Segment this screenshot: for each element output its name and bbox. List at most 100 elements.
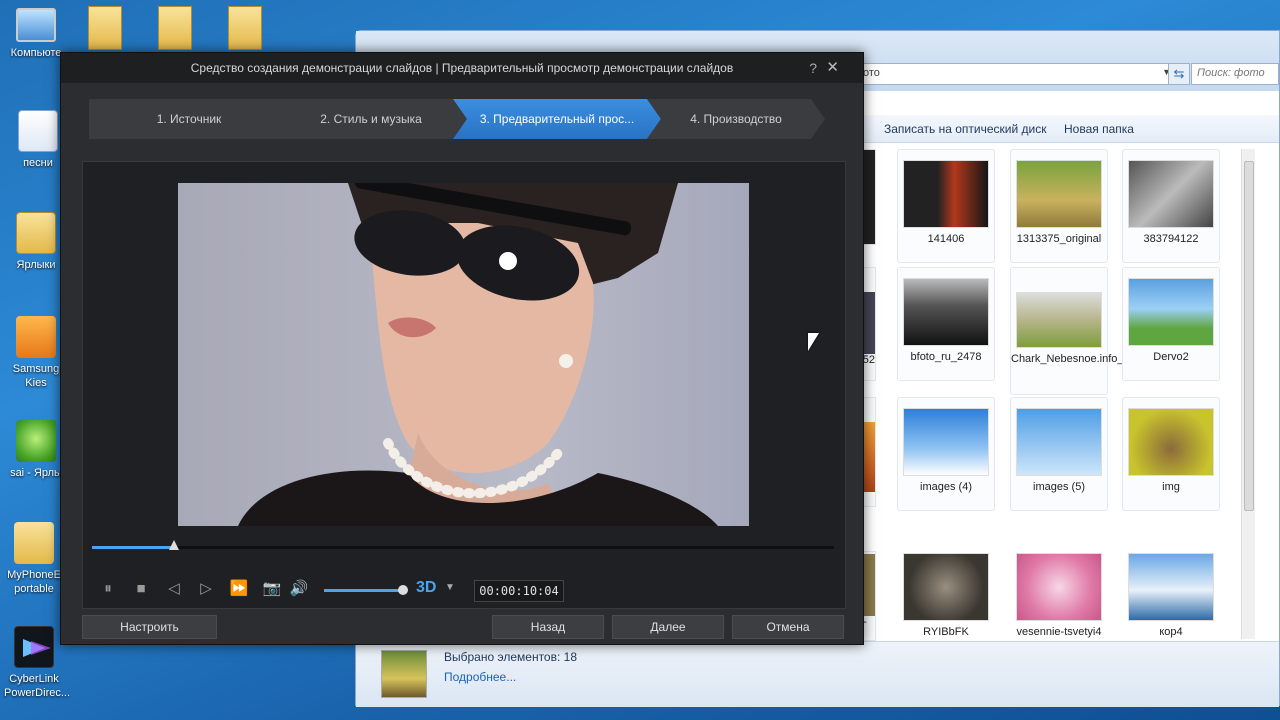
details-pane: Выбрано элементов: 18 Подробнее...: [356, 641, 1279, 707]
desktop-icon-myphone[interactable]: MyPhoneE portable: [4, 522, 64, 596]
volume-icon[interactable]: 🔊: [289, 580, 309, 598]
desktop-icon-label: Компьюте: [10, 47, 62, 59]
folder-icon[interactable]: [158, 6, 192, 50]
file-tile[interactable]: vesennie-tsvetyi4: [1010, 543, 1108, 639]
tile-label: 383794122: [1143, 233, 1199, 245]
volume-handle[interactable]: [398, 585, 409, 595]
back-button[interactable]: Назад: [492, 615, 604, 639]
file-tile[interactable]: Dervo2: [1122, 267, 1220, 381]
myphone-explorer-icon: [14, 522, 54, 564]
sai-icon: [16, 420, 56, 462]
preview-image: [178, 183, 749, 526]
folder-icon[interactable]: [88, 6, 122, 50]
file-tile[interactable]: 1313375_original: [1010, 149, 1108, 263]
file-tile[interactable]: Chark_Nebesnoe.info_32: [1010, 267, 1136, 395]
thumbnail-image: [1016, 553, 1102, 621]
volume-level: [324, 589, 405, 592]
chevron-down-icon[interactable]: ▼: [445, 582, 455, 593]
file-tile[interactable]: img: [1122, 397, 1220, 511]
file-tile[interactable]: кор4: [1122, 543, 1220, 639]
thumbnail-image: [903, 408, 989, 476]
wizard-steps: 1. Источник 2. Стиль и музыка 3. Предвар…: [89, 99, 825, 139]
file-tile[interactable]: images (5): [1010, 397, 1108, 511]
timecode-display: 00:00:10:04: [474, 580, 564, 602]
file-tile[interactable]: 383794122: [1122, 149, 1220, 263]
desktop-icon-sai[interactable]: sai - Ярлы: [6, 420, 66, 480]
desktop-icon-label: CyberLink PowerDirec...: [4, 673, 71, 699]
tile-label: Dervo2: [1153, 351, 1189, 363]
desktop-icon-label: песни: [23, 157, 53, 169]
word-document-icon: [18, 110, 58, 152]
desktop-icon-label: MyPhoneE portable: [7, 569, 61, 595]
desktop-icon-computer[interactable]: Компьюте: [6, 8, 66, 60]
tile-label: bfoto_ru_2478: [910, 351, 982, 363]
mouse-cursor: [808, 333, 819, 351]
camera-icon[interactable]: 📷: [262, 580, 282, 598]
selected-count: Выбрано элементов: 18: [444, 650, 577, 664]
desktop-icon-shortcuts[interactable]: Ярлыки: [6, 212, 66, 272]
dialog-title-bar: Средство создания демонстрации слайдов |…: [61, 53, 863, 83]
computer-icon: [16, 8, 56, 42]
address-bar[interactable]: ото ▼: [856, 63, 1176, 85]
tile-label: images (5): [1033, 481, 1085, 493]
step-style-music[interactable]: 2. Стиль и музыка: [275, 99, 467, 139]
tile-label: vesennie-tsvetyi4: [1016, 626, 1102, 638]
slideshow-dialog: Средство создания демонстрации слайдов |…: [60, 52, 864, 645]
vertical-scrollbar[interactable]: [1241, 149, 1255, 639]
thumbnail-image: [1016, 292, 1102, 348]
help-icon[interactable]: ?: [809, 53, 817, 83]
samsung-kies-icon: [16, 316, 56, 358]
more-details-link[interactable]: Подробнее...: [444, 670, 516, 684]
seek-bar[interactable]: [92, 540, 834, 550]
new-folder-button[interactable]: Новая папка: [1064, 122, 1134, 136]
file-tile[interactable]: images (4): [897, 397, 995, 511]
thumbnail-image: [1128, 278, 1214, 346]
step-produce[interactable]: 4. Производство: [647, 99, 825, 139]
thumbnail-image: [1016, 408, 1102, 476]
preview-area: ⏸ ■ ◁ ▷ ⏩ 📷 🔊 3D ▼ 00:00:10:04: [82, 161, 846, 609]
cancel-button[interactable]: Отмена: [732, 615, 844, 639]
file-tile[interactable]: bfoto_ru_2478: [897, 267, 995, 381]
portrait-photo: [238, 183, 718, 526]
customize-button[interactable]: Настроить: [82, 615, 217, 639]
step-source[interactable]: 1. Источник: [89, 99, 289, 139]
thumbnail-image: [1128, 160, 1214, 228]
dialog-title: Средство создания демонстрации слайдов |…: [190, 61, 734, 75]
close-icon[interactable]: ✕: [826, 53, 839, 83]
fast-forward-icon[interactable]: ⏩: [229, 580, 249, 598]
tile-label: кор4: [1159, 626, 1183, 638]
file-tile[interactable]: RYIBbFK: [897, 543, 995, 639]
thumbnail-image: [1128, 408, 1214, 476]
search-input[interactable]: Поиск: фото: [1191, 63, 1279, 85]
refresh-icon[interactable]: ⇆: [1168, 63, 1190, 85]
tile-label: 1313375_original: [1016, 233, 1102, 245]
file-tile[interactable]: 141406: [897, 149, 995, 263]
selection-thumbnail: [381, 650, 427, 698]
desktop-icon-samsung-kies[interactable]: Samsung Kies: [6, 316, 66, 390]
thumbnail-image: [1128, 553, 1214, 621]
previous-frame-icon[interactable]: ◁: [164, 580, 184, 598]
folder-icon: [16, 212, 56, 254]
stop-icon[interactable]: ■: [131, 580, 151, 598]
cyberlink-powerdirector-icon: [14, 626, 54, 668]
volume-slider[interactable]: [324, 585, 409, 595]
desktop-icon-label: Samsung Kies: [12, 363, 60, 389]
desktop-icon-cyberlink[interactable]: CyberLink PowerDirec...: [4, 626, 70, 700]
thumbnail-image: [1016, 160, 1102, 228]
3d-toggle[interactable]: 3D: [416, 579, 436, 597]
desktop-icon-songs[interactable]: песни: [8, 110, 68, 170]
desktop-icon-label: sai - Ярлы: [10, 467, 62, 479]
thumbnail-image: [903, 160, 989, 228]
next-frame-icon[interactable]: ▷: [196, 580, 216, 598]
pause-icon[interactable]: ⏸: [98, 580, 118, 598]
burn-disc-button[interactable]: Записать на оптический диск: [884, 122, 1047, 136]
scrollbar-thumb[interactable]: [1244, 161, 1254, 511]
thumbnail-image: [903, 553, 989, 621]
tile-label: 52: [862, 354, 875, 366]
folder-icon[interactable]: [228, 6, 262, 50]
desktop-icon-label: Ярлыки: [16, 259, 56, 271]
step-preview[interactable]: 3. Предварительный прос...: [453, 99, 661, 139]
next-button[interactable]: Далее: [612, 615, 724, 639]
thumbnail-image: [903, 278, 989, 346]
seek-handle[interactable]: [168, 540, 179, 550]
